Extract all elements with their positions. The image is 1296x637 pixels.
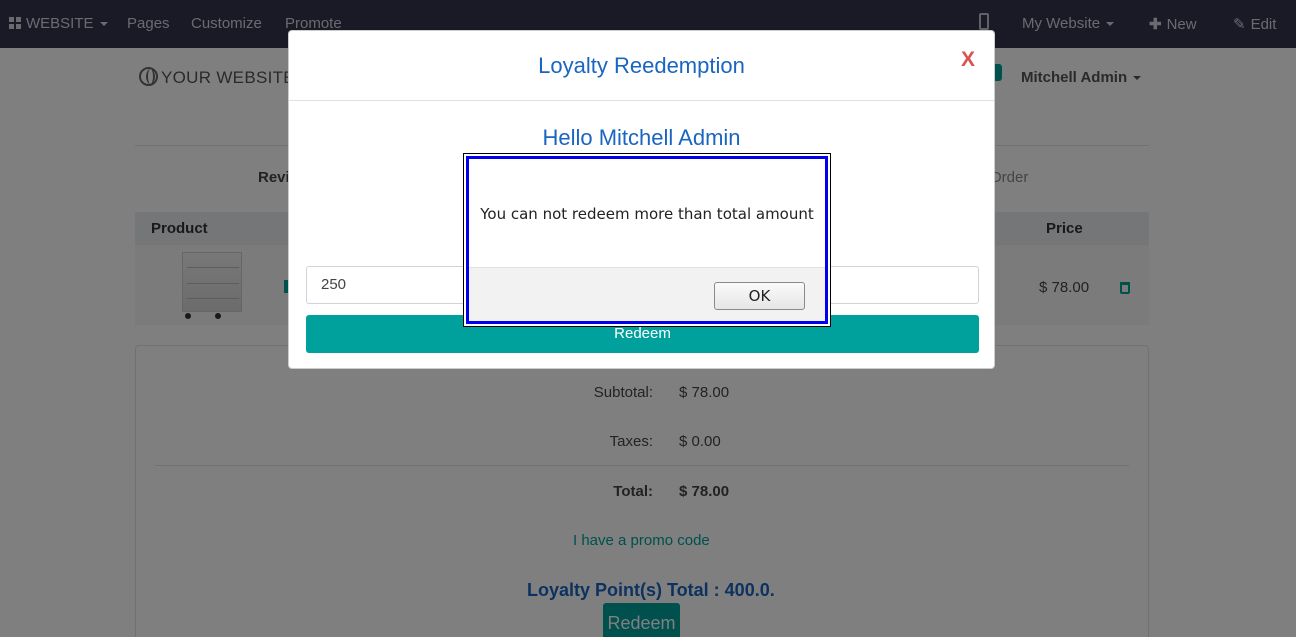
alert-message: You can not redeem more than total amoun… — [480, 205, 814, 223]
alert-focus-frame: You can not redeem more than total amoun… — [466, 156, 828, 324]
modal-divider — [289, 100, 994, 101]
modal-greeting: Hello Mitchell Admin — [542, 125, 741, 150]
ok-button[interactable]: OK — [714, 282, 805, 310]
alert-dialog: You can not redeem more than total amoun… — [463, 153, 831, 327]
close-icon[interactable]: X — [961, 48, 975, 72]
alert-footer: OK — [469, 267, 825, 321]
modal-title: Loyalty Reedemption — [538, 53, 745, 78]
